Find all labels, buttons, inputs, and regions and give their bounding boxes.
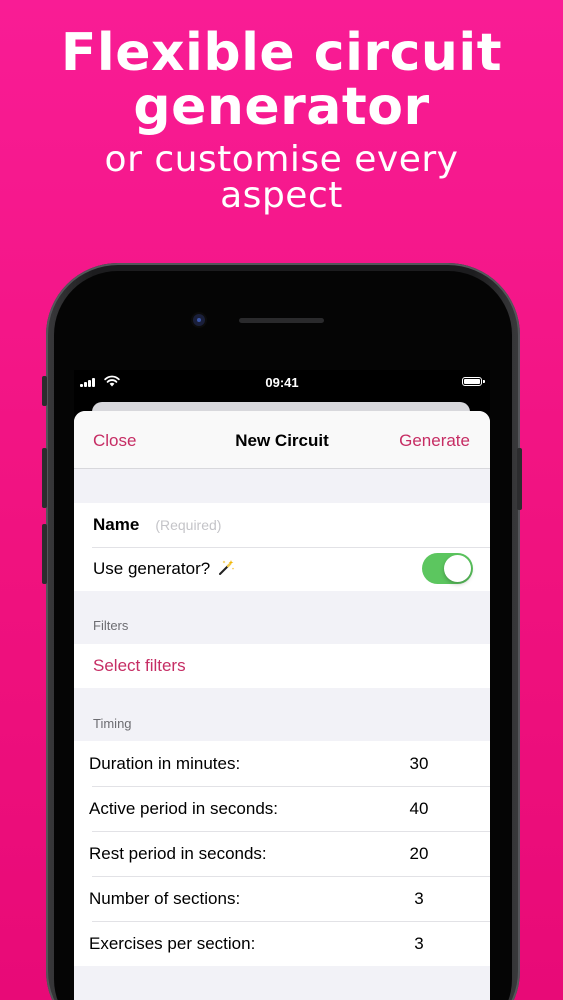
name-input[interactable] [153, 516, 378, 534]
timing-row-label: Exercises per section: [89, 933, 256, 953]
headline: Flexible circuit generator or customise … [0, 26, 563, 214]
timing-row-value[interactable]: 30 [394, 754, 444, 774]
power-button [517, 448, 522, 510]
use-generator-label: Use generator? [93, 559, 211, 578]
subheadline-line-1: or customise every [104, 139, 459, 180]
filters-section-header: Filters [93, 618, 129, 633]
timing-section-header: Timing [93, 716, 132, 731]
timing-row[interactable]: Number of sections: 3 [74, 876, 490, 921]
timing-row[interactable]: Duration in minutes: 30 [74, 741, 490, 786]
timing-row-label: Duration in minutes: [89, 753, 241, 773]
headline-line-2: generator [133, 77, 430, 137]
timing-row-label: Rest period in seconds: [89, 843, 267, 863]
toggle-knob [444, 555, 471, 582]
subheadline-line-2: aspect [220, 175, 343, 216]
timing-group: Duration in minutes: 30 Active period in s… [74, 741, 490, 966]
timing-row-value[interactable]: 3 [394, 889, 444, 909]
circuit-details-group: Name Use generator? [74, 503, 490, 591]
timing-row[interactable]: Active period in seconds: 40 [74, 786, 490, 831]
magic-wand-icon [218, 559, 235, 580]
select-filters-link[interactable]: Select filters [93, 656, 186, 676]
use-generator-row: Use generator? [74, 547, 490, 591]
timing-row-label: Active period in seconds: [89, 798, 278, 818]
name-label: Name [93, 515, 140, 534]
generate-button[interactable]: Generate [399, 431, 470, 451]
mute-switch [42, 376, 47, 406]
timing-row-label: Number of sections: [89, 888, 241, 908]
earpiece-speaker [239, 318, 324, 323]
timing-row-value[interactable]: 20 [394, 844, 444, 864]
timing-row[interactable]: Rest period in seconds: 20 [74, 831, 490, 876]
navigation-bar: Close New Circuit Generate [74, 411, 490, 469]
select-filters-row[interactable]: Select filters [74, 644, 490, 688]
headline-line-1: Flexible circuit [60, 23, 503, 83]
status-bar: 09:41 [74, 370, 490, 396]
new-circuit-sheet: Close New Circuit Generate Name Use gene… [74, 411, 490, 1000]
front-camera [193, 314, 205, 326]
timing-row[interactable]: Exercises per section: 3 [74, 921, 490, 966]
status-time: 09:41 [265, 375, 299, 390]
volume-down-button [42, 524, 47, 584]
phone-screen: 09:41 Close New Circuit Generate Name Us… [74, 370, 490, 1000]
volume-up-button [42, 448, 47, 508]
timing-row-value[interactable]: 40 [394, 799, 444, 819]
timing-row-value[interactable]: 3 [394, 934, 444, 954]
filters-group: Select filters [74, 644, 490, 688]
battery-icon [462, 377, 485, 386]
use-generator-toggle[interactable] [422, 553, 473, 584]
name-row: Name [74, 503, 490, 547]
